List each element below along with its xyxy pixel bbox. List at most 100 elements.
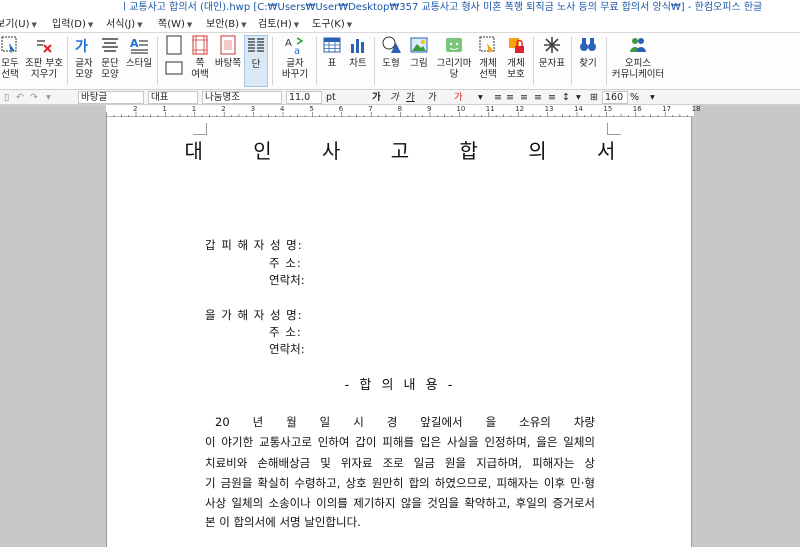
party-b-contact-label: 연락처: xyxy=(269,342,305,356)
align-right-icon[interactable]: ≡ xyxy=(534,90,542,105)
menu-review-label: 검토(H) xyxy=(258,19,292,30)
ruler-number: 14 xyxy=(574,105,583,113)
office-communicator-button[interactable]: 오피스 커뮤니케이터 xyxy=(610,35,666,80)
ribbon-separator xyxy=(272,37,273,85)
ruler-number: 3 xyxy=(250,105,256,113)
ribbon-separator xyxy=(157,37,158,85)
underline-icon[interactable]: 가 xyxy=(406,90,415,105)
background-page-button[interactable]: 바탕쪽 xyxy=(214,35,242,69)
font-size-input[interactable]: 11.0 xyxy=(286,91,322,104)
table-label: 표 xyxy=(327,58,337,69)
ruler-number: 17 xyxy=(662,105,672,113)
picture-label: 그림 xyxy=(410,58,428,69)
select-all-button[interactable]: 모두 선택 xyxy=(0,35,22,80)
italic-icon[interactable]: 가 xyxy=(390,90,399,105)
char-replace-label: 글자 바꾸기 xyxy=(281,58,309,80)
ruler-number: 12 xyxy=(515,105,525,113)
align-center-icon[interactable]: ≡ xyxy=(520,90,528,105)
chart-label: 차트 xyxy=(349,58,367,69)
workspace-background xyxy=(692,117,800,547)
ribbon-separator xyxy=(316,37,317,85)
body-line: 이 야기한 교통사고로 인하여 갑이 피해를 입은 사실을 인정하며, 을은 일… xyxy=(205,435,595,449)
object-select-button[interactable]: 개체 선택 xyxy=(476,35,500,80)
body-line: 기 금원을 확실히 수령하고, 상호 원만히 합의 하였으므로, 피해자는 이후… xyxy=(205,476,595,490)
redo-icon[interactable]: ↷ xyxy=(30,90,38,105)
party-b-address-label: 주 소: xyxy=(269,325,302,339)
ribbon-separator xyxy=(374,37,375,85)
find-button[interactable]: 찾기 xyxy=(574,35,602,69)
background-page-icon xyxy=(220,35,236,55)
align-left-icon[interactable]: ≡ xyxy=(506,90,514,105)
strikethrough-icon[interactable]: 가 xyxy=(428,90,437,105)
body-line: 20 년 월 일 시 경 앞길에서 을 소유의 차량 xyxy=(215,415,595,429)
clear-marks-button[interactable]: 조판 부호 지우기 xyxy=(24,35,64,80)
ribbon-separator xyxy=(533,37,534,85)
picture-icon xyxy=(410,37,428,53)
highlight-icon[interactable]: ▾ xyxy=(478,90,483,105)
font-color-icon[interactable]: 가 xyxy=(454,90,463,105)
ruler-number: 6 xyxy=(338,105,344,113)
menu-format[interactable]: 서식(J) ▼ xyxy=(106,16,143,34)
undo-icon[interactable]: ↶ xyxy=(16,90,24,105)
draw-market-button[interactable]: 그리기마당 xyxy=(434,35,474,80)
zoom-unit[interactable]: % xyxy=(630,90,639,105)
menu-review[interactable]: 검토(H) ▼ xyxy=(258,16,299,34)
chevron-down-icon: ▼ xyxy=(137,21,143,29)
menu-bar: 보기(U) ▼ 입력(D) ▼ 서식(J) ▼ 쪽(W) ▼ 보안(B) ▼ 검토(H) ▼… xyxy=(0,16,800,33)
document-title: 대 인 사 고 합 의 서 xyxy=(184,139,638,163)
chevron-down-icon: ▼ xyxy=(241,21,247,29)
language-select[interactable]: 대표 xyxy=(148,91,198,104)
symbol-icon xyxy=(544,37,560,53)
align-justify-icon[interactable]: ≡ xyxy=(494,90,502,105)
menu-tools[interactable]: 도구(K) ▼ xyxy=(312,16,352,34)
zoom-input[interactable]: 160 xyxy=(602,91,628,104)
chevron-down-icon: ▼ xyxy=(31,21,37,29)
style-button[interactable]: A 스타일 xyxy=(124,35,154,69)
chart-icon xyxy=(351,39,364,53)
clear-marks-label: 조판 부호 지우기 xyxy=(25,58,63,80)
para-shape-button[interactable]: 문단 모양 xyxy=(98,35,122,80)
distribute-icon[interactable]: ≡ xyxy=(548,90,556,105)
dropdown-icon[interactable]: ▾ xyxy=(46,90,51,105)
bold-icon[interactable]: 가 xyxy=(372,90,381,105)
ruler-number: 4 xyxy=(280,105,285,113)
menu-page[interactable]: 쪽(W) ▼ xyxy=(158,16,192,34)
shape-button[interactable]: 도형 xyxy=(378,35,404,69)
menu-insert[interactable]: 입력(D) ▼ xyxy=(52,16,93,34)
ruler-number: 7 xyxy=(368,105,373,113)
select-all-label: 모두 선택 xyxy=(1,58,19,80)
menu-security[interactable]: 보안(B) ▼ xyxy=(206,16,246,34)
page-border-button[interactable] xyxy=(162,35,186,81)
window-title: ㅣ교통사고 합의서 (대인).hwp [C:₩Users₩User₩Deskto… xyxy=(0,0,800,16)
grip-icon: ▯ xyxy=(4,92,10,103)
chart-button[interactable]: 차트 xyxy=(346,35,370,69)
party-a-name-label: 갑 피 해 자 성 명: xyxy=(205,238,303,252)
char-shape-icon: 가 xyxy=(75,39,88,55)
table-button[interactable]: 표 xyxy=(320,35,344,69)
document-page[interactable]: 대 인 사 고 합 의 서 갑 피 해 자 성 명: 주 소: 연락처: 을 가… xyxy=(106,117,692,547)
ruler-number: 16 xyxy=(632,105,642,113)
page-margin-button[interactable]: 쪽 여백 xyxy=(188,35,212,80)
menu-view[interactable]: 보기(U) ▼ xyxy=(0,16,37,34)
style-label: 스타일 xyxy=(125,58,153,69)
char-replace-button[interactable]: Aa 글자 바꾸기 xyxy=(278,35,312,80)
picture-button[interactable]: 그림 xyxy=(406,35,432,69)
columns-button[interactable]: 단 xyxy=(244,35,268,87)
party-b-name-label: 을 가 해 자 성 명: xyxy=(205,308,303,322)
font-select[interactable]: 나눔명조 xyxy=(202,91,282,104)
binoculars-icon xyxy=(580,38,596,51)
select-all-icon xyxy=(1,36,17,54)
zoom-dropdown-icon[interactable]: ▾ xyxy=(650,90,655,105)
symbol-button[interactable]: 문자표 xyxy=(536,35,568,69)
section-heading: - 합 의 내 용 - xyxy=(344,378,456,393)
chevron-down-icon: ▼ xyxy=(293,21,300,29)
columns-icon xyxy=(248,38,264,52)
horizontal-ruler[interactable]: 2 1 1 2 3 4 5 6 7 8 9 10 11 12 13 14 15 16 17 18 xyxy=(106,105,701,117)
line-spacing-icon[interactable]: ↕ xyxy=(562,90,570,105)
style-select[interactable]: 바탕글 xyxy=(78,91,144,104)
object-protect-button[interactable]: 개체 보호 xyxy=(502,35,530,80)
line-spacing-dropdown-icon[interactable]: ▾ xyxy=(576,90,581,105)
char-shape-button[interactable]: 가 글자 모양 xyxy=(72,35,96,80)
language-select-value: 대표 xyxy=(151,92,169,103)
font-size-unit[interactable]: pt xyxy=(326,90,336,105)
